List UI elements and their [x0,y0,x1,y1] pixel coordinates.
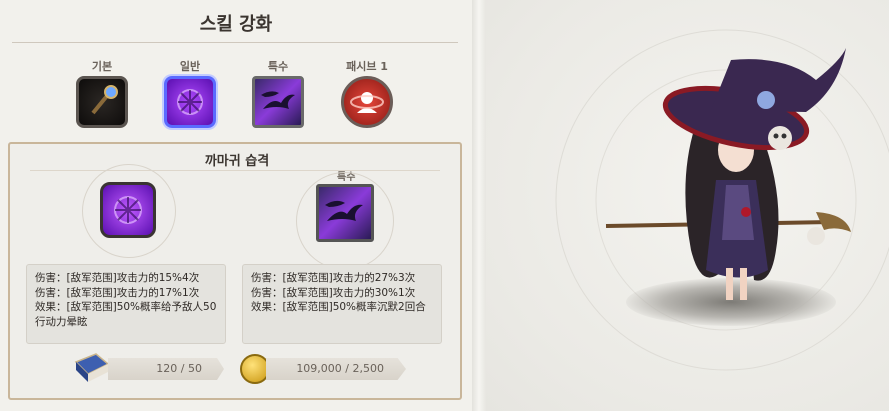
next-skill-icon [316,184,374,242]
tab-basic[interactable]: 기본 [72,58,132,128]
current-skill-icon [100,182,156,238]
title-divider [12,42,458,43]
tab-passive-1[interactable]: 패시브 1 [337,58,397,128]
skill-enhance-panel: 스킬 강화 기본 일반 특수 패시브 1 까마귀 습격 특수 伤害：[敌军范围]… [0,0,472,411]
skill-book-icon [72,352,112,384]
skill-detail-panel: 까마귀 습격 특수 伤害：[敌军范围]攻击力的15%4次 伤害：[敌军范围]攻击… [8,142,462,400]
panel-separator [472,0,486,411]
character-display [486,0,889,411]
gold-count: 109,000 / 2,500 [266,358,406,380]
current-effect-box: 伤害：[敌军范围]攻击力的15%4次 伤害：[敌军范围]攻击力的17%1次 效果… [26,264,226,344]
staff-icon [76,76,128,128]
next-effect-box: 伤害：[敌军范围]攻击力的27%3次 伤害：[敌军范围]攻击力的30%1次 效果… [242,264,442,344]
crow-icon [252,76,304,128]
tab-label: 패시브 1 [346,60,388,73]
gold-coin-icon [240,354,270,384]
tab-label: 특수 [267,60,289,73]
skill-name: 까마귀 습격 [204,154,270,169]
panel-divider [30,170,440,171]
witch-character-portrait [605,48,851,300]
tab-label: 일반 [179,60,201,73]
red-aura-icon [341,76,393,128]
skill-book-count: 120 / 50 [108,358,224,380]
tab-label: 기본 [91,60,113,73]
tab-normal[interactable]: 일반 [160,58,220,128]
page-title: 스킬 강화 [199,14,273,35]
tab-special[interactable]: 특수 [248,58,308,128]
purple-rune-icon [164,76,216,128]
